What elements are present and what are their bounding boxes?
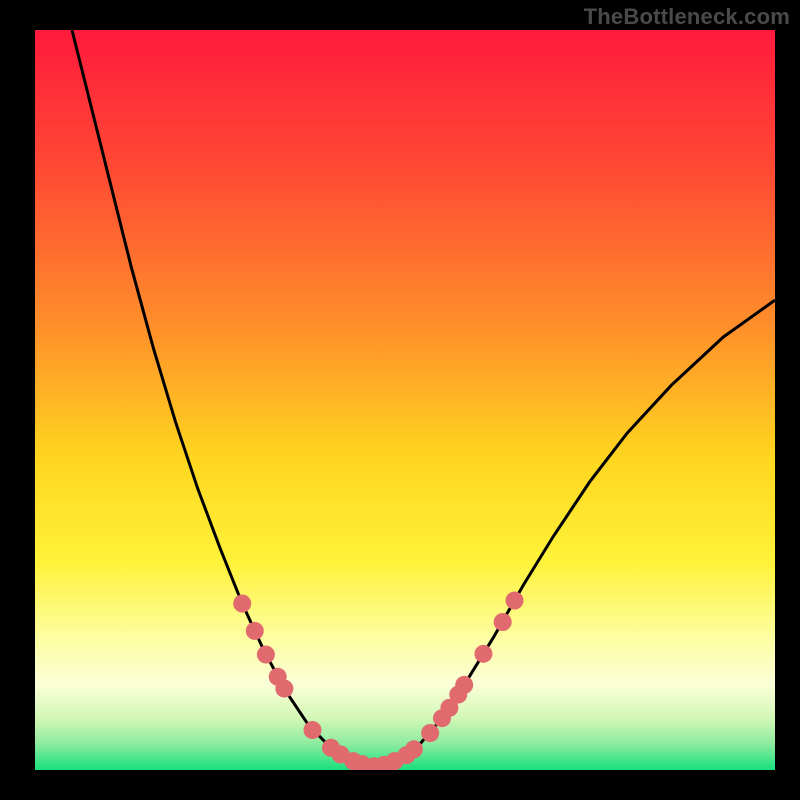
highlight-dot: [275, 680, 293, 698]
highlight-dot: [233, 595, 251, 613]
highlight-dot: [304, 721, 322, 739]
highlight-dot: [455, 676, 473, 694]
watermark-text: TheBottleneck.com: [584, 4, 790, 30]
highlight-dot: [405, 740, 423, 758]
highlight-dot: [506, 592, 524, 610]
highlight-dot: [421, 724, 439, 742]
plot-background: [35, 30, 775, 770]
highlight-dot: [494, 613, 512, 631]
highlight-dot: [474, 645, 492, 663]
bottleneck-chart: [0, 0, 800, 800]
highlight-dot: [246, 622, 264, 640]
highlight-dot: [257, 646, 275, 664]
chart-frame: TheBottleneck.com: [0, 0, 800, 800]
